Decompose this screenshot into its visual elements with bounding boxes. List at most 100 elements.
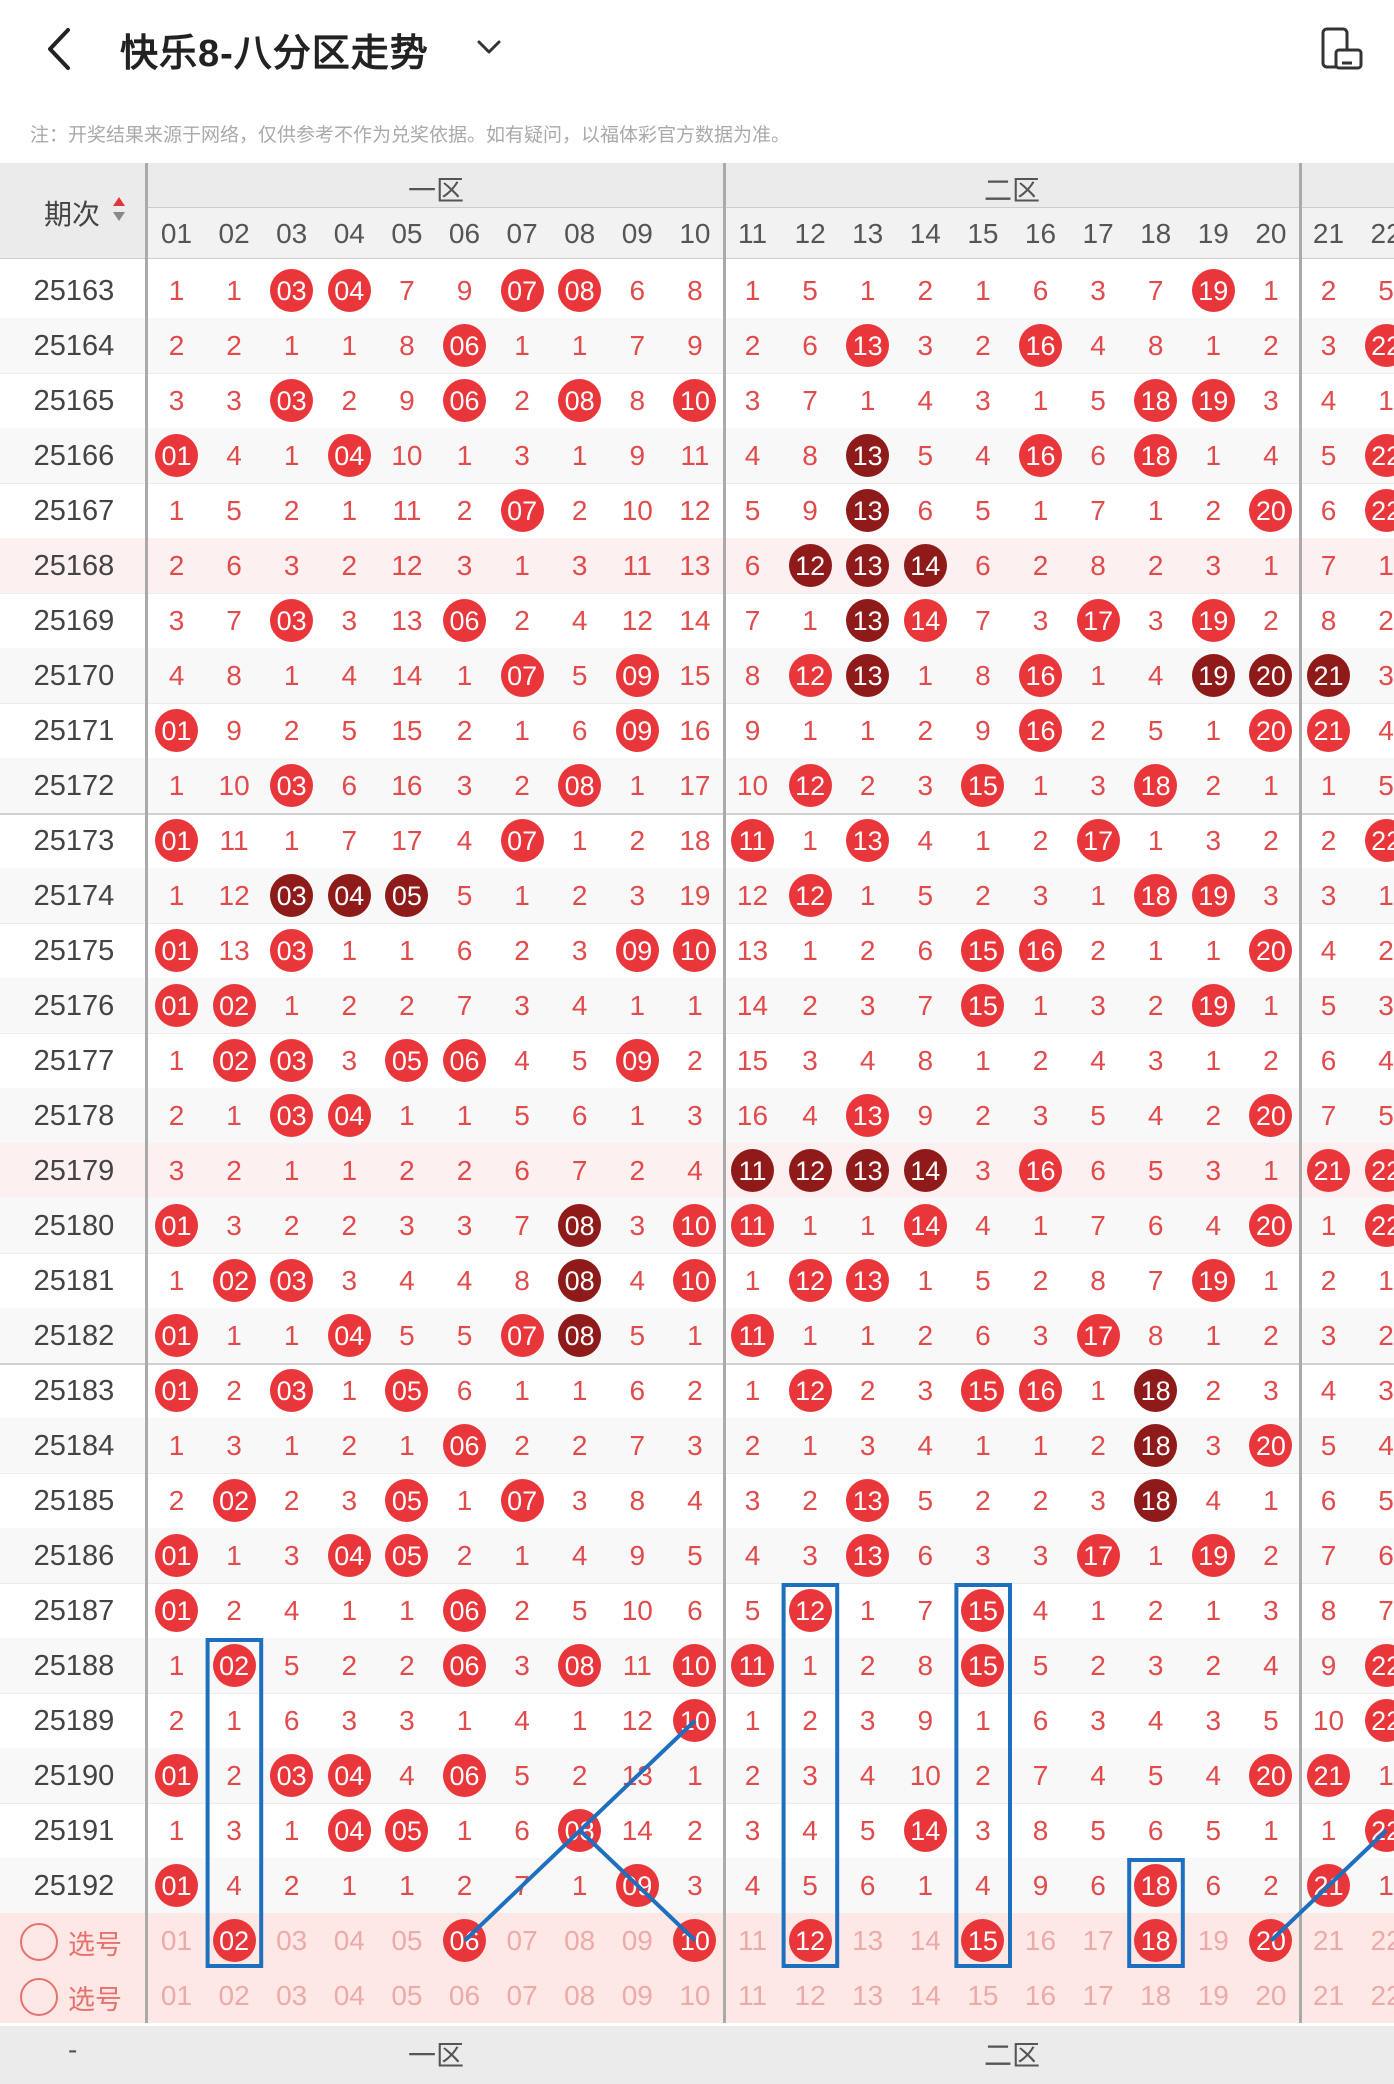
pick-number-cell[interactable]: 08 xyxy=(551,1913,608,1968)
pick-number-cell[interactable]: 21 xyxy=(1300,1913,1357,1968)
pick-number-cell[interactable]: 09 xyxy=(609,1968,666,2023)
pick-number-cell[interactable]: 19 xyxy=(1185,1913,1242,1968)
drawn-number-ball: 01 xyxy=(155,709,198,752)
pick-number-cell[interactable]: 04 xyxy=(321,1968,378,2023)
pick-number-cell[interactable]: 21 xyxy=(1300,1968,1357,2023)
pick-number-cell[interactable]: 08 xyxy=(551,1968,608,2023)
drawn-number-ball: 01 xyxy=(155,1754,198,1797)
table-cell: 3 xyxy=(1032,605,1049,636)
pick-number-cell[interactable]: 06 xyxy=(436,1968,493,2023)
drawn-number-ball: 04 xyxy=(327,1094,371,1137)
table-cell: 2 xyxy=(687,1045,703,1076)
pick-number-cell[interactable]: 18 xyxy=(1127,1913,1184,1968)
selected-number-ball[interactable]: 10 xyxy=(673,1919,717,1962)
selected-number-ball[interactable]: 20 xyxy=(1249,1919,1293,1962)
pick-number-cell[interactable]: 03 xyxy=(263,1968,320,2023)
pick-number-cell[interactable]: 10 xyxy=(666,1913,723,1968)
sort-toggle-icon[interactable] xyxy=(112,195,126,223)
table-cell: 1 xyxy=(687,1320,703,1351)
chevron-down-icon[interactable] xyxy=(474,30,504,64)
table-cell: 5 xyxy=(1320,1430,1337,1461)
selected-number-ball[interactable]: 18 xyxy=(1134,1919,1178,1962)
pick-row-selector[interactable]: 选号 xyxy=(18,1921,156,1961)
column-number-05: 05 xyxy=(391,218,423,249)
pick-number-cell[interactable]: 13 xyxy=(839,1913,896,1968)
selected-number-ball[interactable]: 15 xyxy=(961,1919,1005,1962)
pick-number-cell[interactable]: 20 xyxy=(1242,1913,1299,1968)
pick-number-cell[interactable]: 20 xyxy=(1242,1968,1299,2023)
pick-number-cell[interactable]: 19 xyxy=(1185,1968,1242,2023)
pick-number-cell[interactable]: 01 xyxy=(148,1968,205,2023)
table-cell: 3 xyxy=(1378,1375,1394,1406)
table-cell: 3 xyxy=(744,385,761,416)
period-column-header[interactable]: 期次 xyxy=(0,163,148,259)
page-title[interactable]: 快乐8-八分区走势 xyxy=(120,22,429,77)
table-cell: 09 xyxy=(609,648,666,703)
period-number: 25183 xyxy=(33,1375,115,1407)
table-cell: 1 xyxy=(802,715,818,746)
table-row: 25192 01 4 2 1 1 2 7 1 09 3 4 5 6 1 4 9 6 18 6 2 21 1 xyxy=(0,1858,1394,1915)
pick-number-cell[interactable]: 01 xyxy=(148,1913,205,1968)
drawn-number-ball: 19 xyxy=(1191,654,1235,697)
pick-number-cell[interactable]: 11 xyxy=(724,1913,781,1968)
selected-number-ball[interactable]: 02 xyxy=(212,1919,256,1962)
table-cell: 3 xyxy=(226,385,242,416)
table-cell: 7 xyxy=(1320,550,1337,581)
pick-number-cell[interactable]: 11 xyxy=(724,1968,781,2023)
table-cell: 3 xyxy=(687,1430,703,1461)
table-cell: 5 xyxy=(1263,1705,1279,1736)
radio-circle-icon[interactable] xyxy=(20,1923,58,1961)
pick-number-cell[interactable]: 13 xyxy=(839,1968,896,2023)
table-cell: 1 xyxy=(802,825,818,856)
pick-number-cell[interactable]: 02 xyxy=(206,1968,263,2023)
pick-number-cell[interactable]: 09 xyxy=(609,1913,666,1968)
pick-number-cell[interactable]: 22 xyxy=(1358,1968,1394,2023)
pick-row-selector[interactable]: 选号 xyxy=(18,1976,156,2016)
selected-number-ball[interactable]: 12 xyxy=(788,1919,832,1962)
table-cell: 15 xyxy=(954,1363,1011,1418)
pick-number-cell[interactable]: 17 xyxy=(1070,1968,1127,2023)
drawn-number-ball: 06 xyxy=(443,1644,486,1687)
radio-circle-icon[interactable] xyxy=(20,1978,58,2016)
pick-number-cell[interactable]: 10 xyxy=(666,1968,723,2023)
chevron-left-icon[interactable] xyxy=(40,24,80,74)
table-cell: 4 xyxy=(859,1760,876,1791)
drawn-number-ball: 08 xyxy=(558,1259,602,1302)
pick-number-cell[interactable]: 02 xyxy=(206,1913,263,1968)
pick-number-cell[interactable]: 14 xyxy=(897,1913,954,1968)
pick-number-cell[interactable]: 14 xyxy=(897,1968,954,2023)
pick-number-cell[interactable]: 04 xyxy=(321,1913,378,1968)
pick-number-cell[interactable]: 16 xyxy=(1012,1913,1069,1968)
pick-number-cell[interactable]: 15 xyxy=(954,1913,1011,1968)
table-cell: 02 xyxy=(206,978,263,1033)
table-cell: 2 xyxy=(1032,1485,1049,1516)
table-cell: 2 xyxy=(571,1760,588,1791)
pick-number-cell[interactable]: 06 xyxy=(436,1913,493,1968)
table-cell: 22 xyxy=(1358,813,1394,868)
column-number-08: 08 xyxy=(564,218,596,249)
drawn-number-ball: 10 xyxy=(673,379,717,422)
table-cell: 3 xyxy=(283,1540,300,1571)
table-cell: 2 xyxy=(859,1375,876,1406)
pick-number-cell[interactable]: 05 xyxy=(378,1968,435,2023)
pick-number-cell[interactable]: 16 xyxy=(1012,1968,1069,2023)
selected-number-ball[interactable]: 06 xyxy=(443,1919,486,1962)
table-cell: 13 xyxy=(736,935,769,966)
pick-number-cell[interactable]: 17 xyxy=(1070,1913,1127,1968)
period-number: 25185 xyxy=(33,1485,115,1517)
pick-number-cell[interactable]: 22 xyxy=(1358,1913,1394,1968)
period-number: 25168 xyxy=(33,550,115,582)
screen-rotate-icon[interactable] xyxy=(1320,26,1364,72)
pick-number-cell[interactable]: 07 xyxy=(494,1968,551,2023)
pick-number-cell[interactable]: 03 xyxy=(263,1913,320,1968)
drawn-number-ball: 14 xyxy=(903,1149,947,1192)
drawn-number-ball: 01 xyxy=(155,1534,198,1577)
pick-number-cell[interactable]: 05 xyxy=(378,1913,435,1968)
pick-number-cell[interactable]: 15 xyxy=(954,1968,1011,2023)
table-cell: 7 xyxy=(514,1870,530,1901)
pick-number-cell[interactable]: 07 xyxy=(494,1913,551,1968)
pick-number-cell[interactable]: 12 xyxy=(782,1913,839,1968)
pick-number-cell[interactable]: 12 xyxy=(782,1968,839,2023)
drawn-number-ball: 11 xyxy=(731,1314,774,1357)
pick-number-cell[interactable]: 18 xyxy=(1127,1968,1184,2023)
